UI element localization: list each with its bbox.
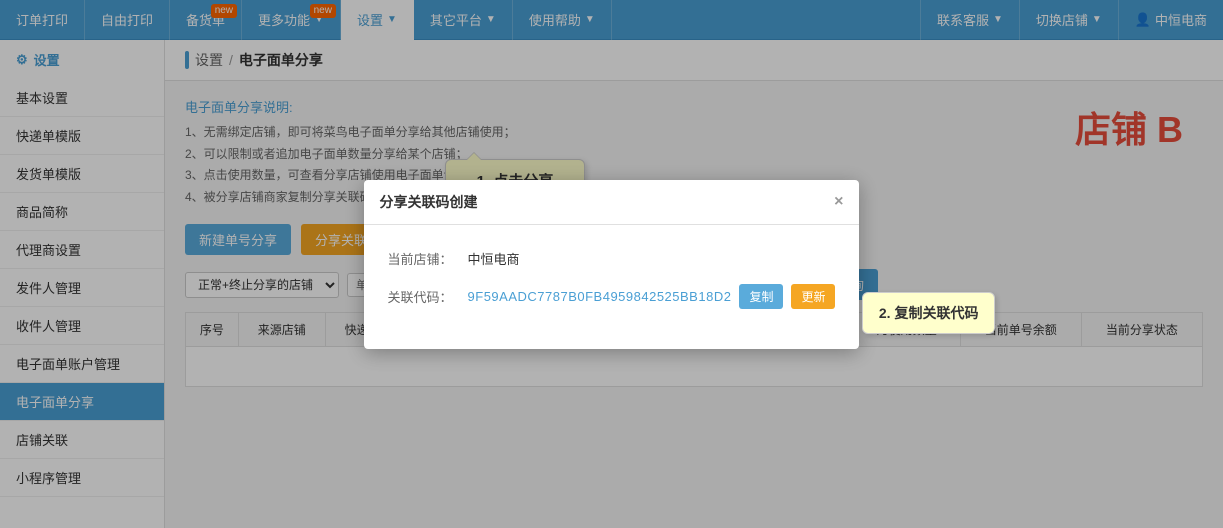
refresh-code-button[interactable]: 更新 [791, 284, 835, 309]
tooltip-2: 2. 复制关联代码 [862, 292, 996, 334]
share-modal: 分享关联码创建 × 当前店铺： 中恒电商 关联代码： 9F59AADC7787B… [364, 180, 860, 349]
modal-code-row: 关联代码： 9F59AADC7787B0FB4959842525BB18D2 复… [388, 284, 836, 309]
modal-header: 分享关联码创建 × [364, 180, 860, 225]
modal-title: 分享关联码创建 [380, 192, 478, 212]
code-label: 关联代码： [388, 287, 458, 306]
code-value: 9F59AADC7787B0FB4959842525BB18D2 [468, 289, 732, 304]
code-action-row: 9F59AADC7787B0FB4959842525BB18D2 复制 更新 2… [468, 284, 836, 309]
store-name-value: 中恒电商 [468, 249, 520, 268]
modal-store-row: 当前店铺： 中恒电商 [388, 249, 836, 268]
store-label: 当前店铺： [388, 249, 458, 268]
modal-close-button[interactable]: × [834, 193, 843, 211]
copy-code-button[interactable]: 复制 [739, 284, 783, 309]
modal-overlay: 分享关联码创建 × 当前店铺： 中恒电商 关联代码： 9F59AADC7787B… [0, 0, 1223, 528]
modal-body: 当前店铺： 中恒电商 关联代码： 9F59AADC7787B0FB4959842… [364, 225, 860, 349]
